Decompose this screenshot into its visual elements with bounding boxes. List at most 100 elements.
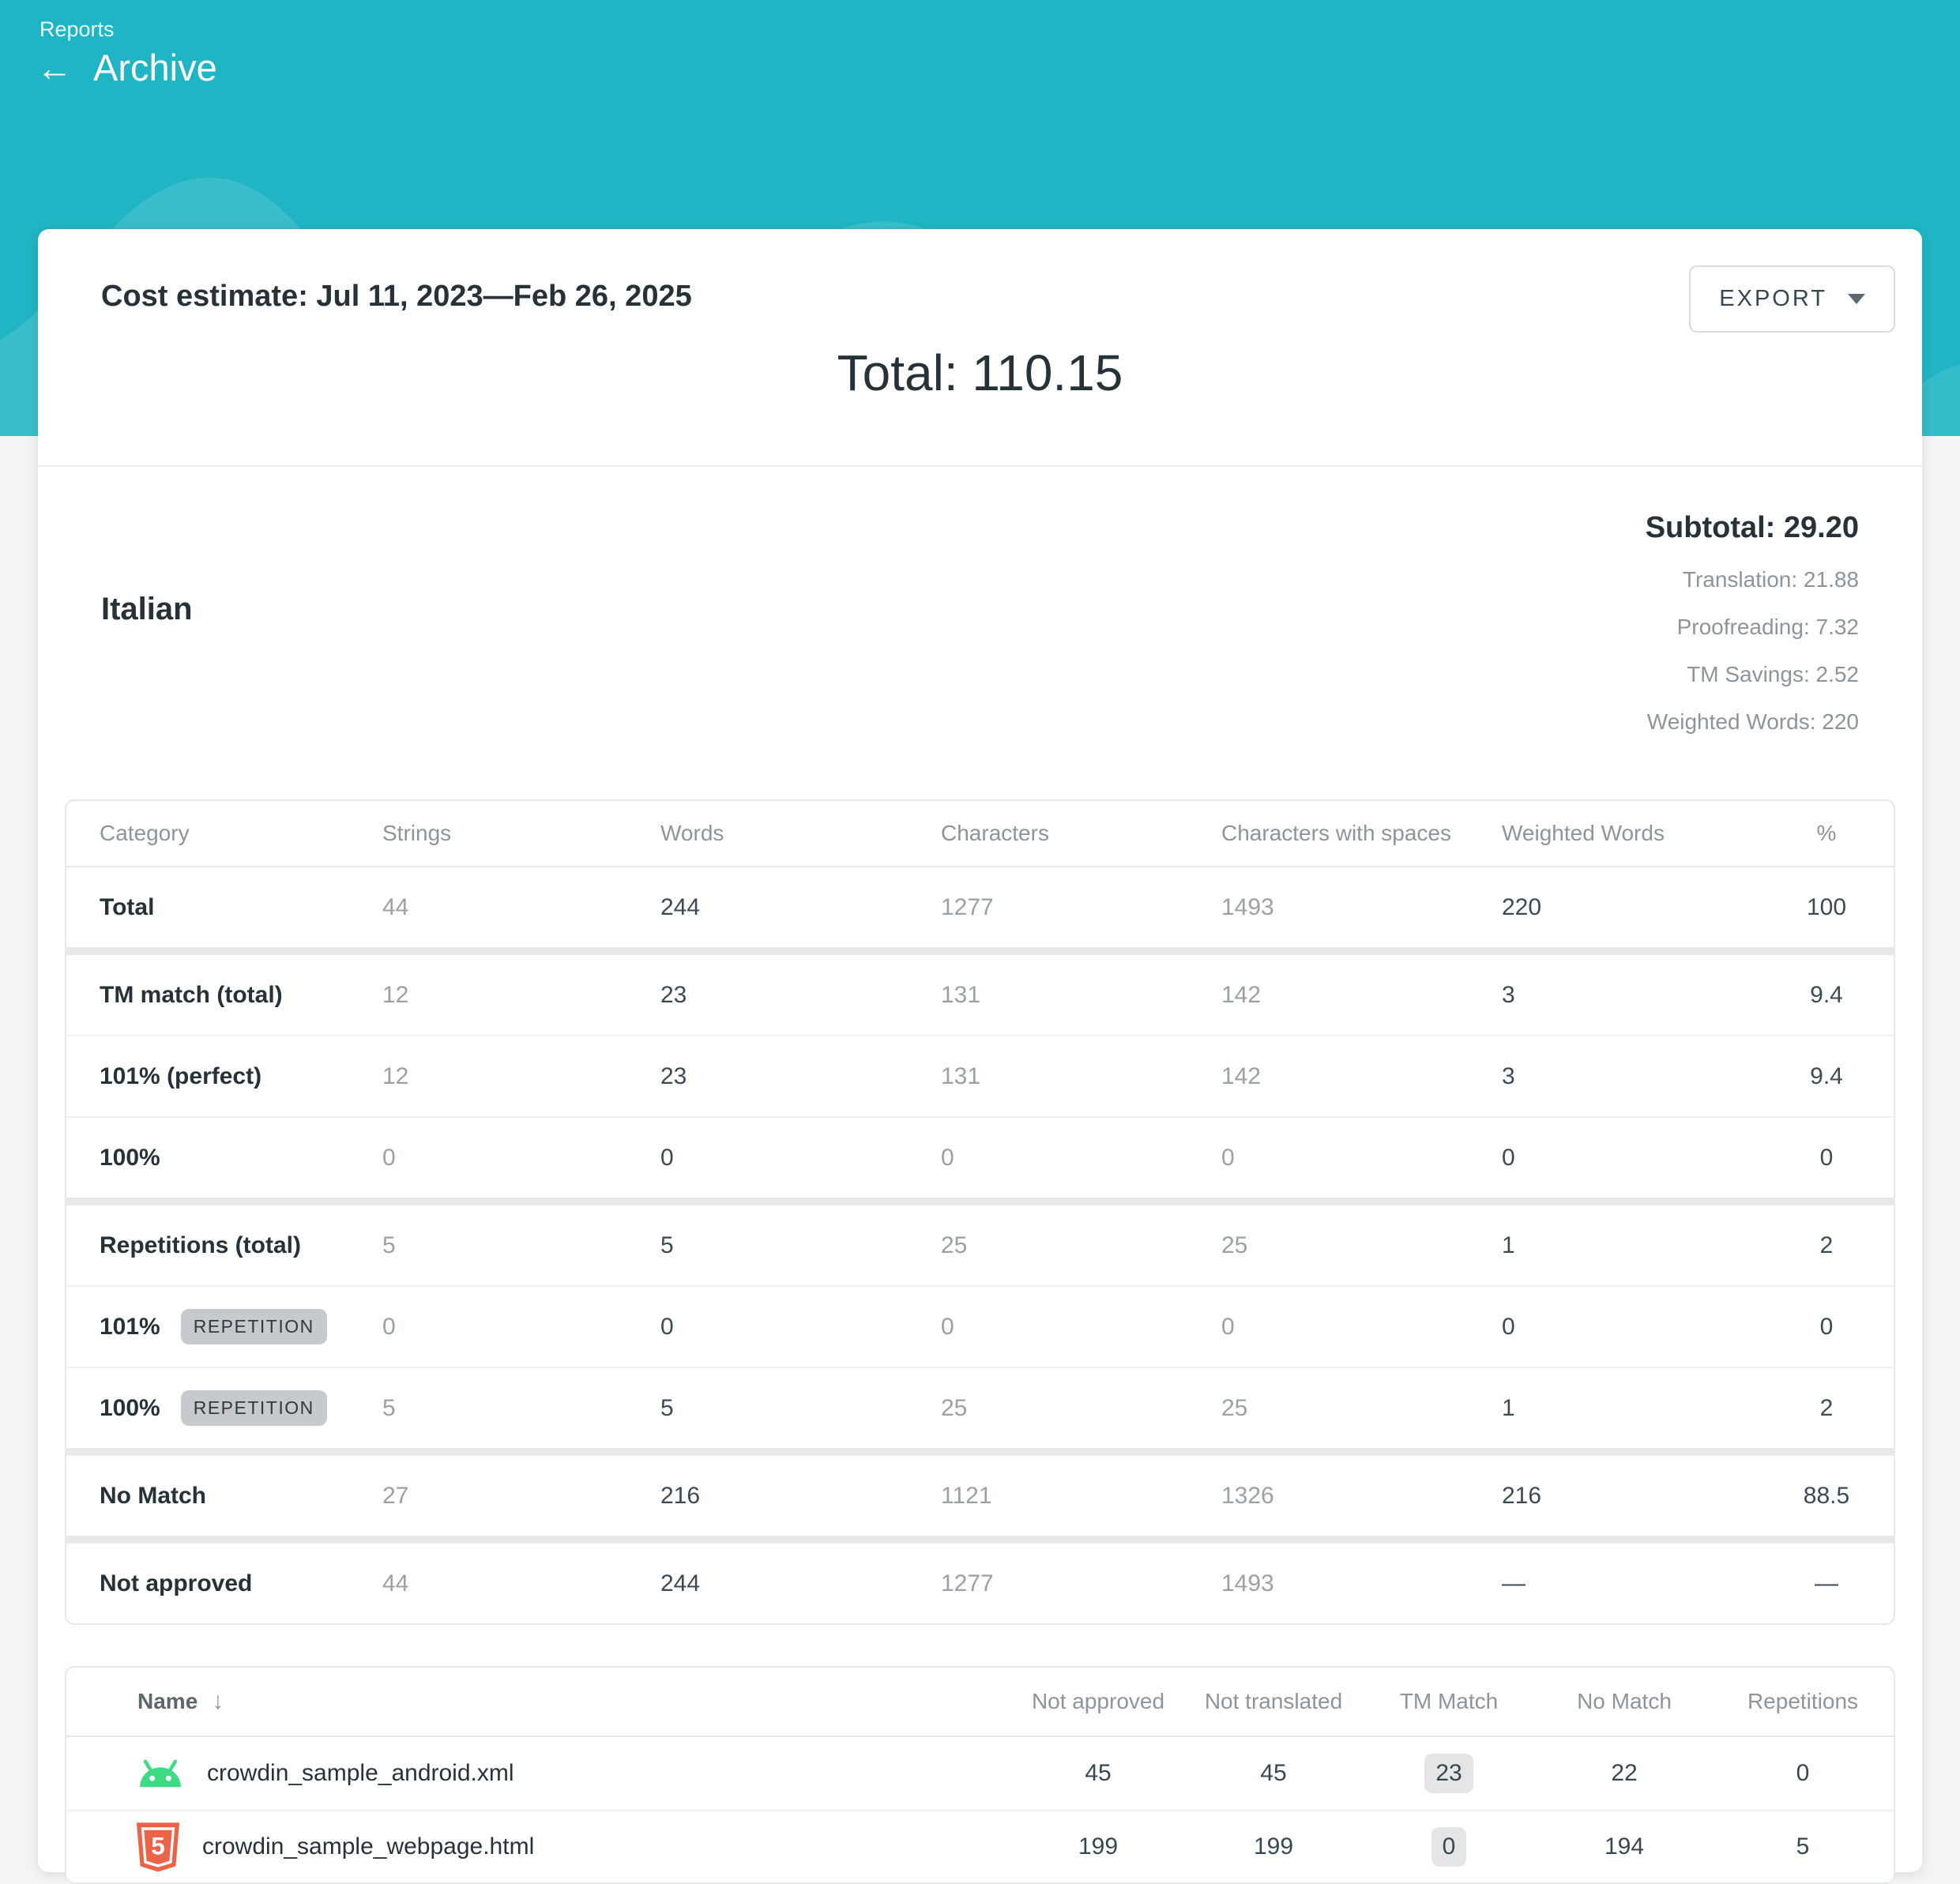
category-cell: 0	[1502, 1314, 1793, 1341]
category-label: 101% (perfect)	[100, 1063, 261, 1090]
page-title-row: ← Archive	[33, 46, 217, 89]
category-column-header: Words	[660, 821, 941, 846]
category-cell: —	[1793, 1570, 1860, 1597]
category-label: No Match	[100, 1483, 206, 1510]
subtotal-value: Subtotal: 29.20	[1646, 511, 1859, 545]
category-cell: 25	[941, 1232, 1221, 1259]
category-cell: 0	[1221, 1314, 1502, 1341]
files-table-header: Name ↓ Not approvedNot translatedTM MatchN…	[66, 1668, 1894, 1737]
cost-estimate-title: Cost estimate: Jul 11, 2023—Feb 26, 2025	[65, 265, 692, 314]
language-name: Italian	[101, 592, 193, 627]
category-cell: 44	[382, 1570, 660, 1597]
category-cell: 0	[1221, 1145, 1502, 1171]
file-name[interactable]: crowdin_sample_android.xml	[207, 1760, 514, 1787]
files-column-header: TM Match	[1361, 1689, 1537, 1714]
category-cell: 23	[660, 982, 941, 1009]
category-cell: 0	[1793, 1145, 1860, 1171]
row-separator	[66, 1198, 1894, 1205]
category-cell: 44	[382, 894, 660, 921]
category-cell: 1277	[941, 894, 1221, 921]
category-cell: 25	[941, 1395, 1221, 1422]
category-cell: 0	[660, 1314, 941, 1341]
svg-text:5: 5	[151, 1832, 165, 1860]
repetition-badge: REPETITION	[181, 1390, 327, 1426]
file-cell: 23	[1361, 1754, 1537, 1793]
category-cell: 0	[382, 1314, 660, 1341]
files-column-header[interactable]: Name	[137, 1689, 198, 1714]
category-label: Not approved	[100, 1570, 252, 1597]
file-cell: 45	[1010, 1760, 1186, 1787]
category-cell: 1	[1502, 1232, 1793, 1259]
file-name[interactable]: crowdin_sample_webpage.html	[202, 1833, 534, 1860]
category-cell: 1326	[1221, 1483, 1502, 1510]
report-card: Cost estimate: Jul 11, 2023—Feb 26, 2025…	[38, 229, 1922, 1872]
category-column-header: Characters with spaces	[1221, 821, 1502, 846]
category-cell: 0	[660, 1145, 941, 1171]
category-cell: 5	[660, 1395, 941, 1422]
category-cell: 1493	[1221, 894, 1502, 921]
category-cell: 12	[382, 1063, 660, 1090]
category-cell: 27	[382, 1483, 660, 1510]
table-row: Not approved4424412771493——	[66, 1544, 1894, 1623]
file-cell: 5	[1712, 1833, 1894, 1860]
tm-match-badge: 0	[1431, 1827, 1467, 1867]
subtotal-detail-line: TM Savings: 2.52	[1646, 662, 1859, 687]
files-table: Name ↓ Not approvedNot translatedTM MatchN…	[65, 1666, 1895, 1884]
files-column-header: Not approved	[1010, 1689, 1186, 1714]
repetition-badge: REPETITION	[181, 1309, 327, 1344]
file-row[interactable]: crowdin_sample_android.xml454523220	[66, 1737, 1894, 1810]
category-cell: 142	[1221, 982, 1502, 1009]
file-cell: 0	[1361, 1827, 1537, 1867]
language-section: Italian Subtotal: 29.20 Translation: 21.…	[38, 467, 1922, 735]
file-cell: 22	[1537, 1760, 1712, 1787]
file-cell: 199	[1010, 1833, 1186, 1860]
subtotal-block: Subtotal: 29.20 Translation: 21.88 Proofr…	[1646, 467, 1859, 735]
category-label: 100%	[100, 1395, 160, 1422]
android-file-icon	[136, 1758, 185, 1788]
category-cell: 131	[941, 982, 1221, 1009]
table-row: 100%000000	[66, 1118, 1894, 1198]
subtotal-detail-line: Translation: 21.88	[1646, 567, 1859, 592]
category-cell: 244	[660, 1570, 941, 1597]
back-arrow-icon[interactable]: ←	[33, 47, 76, 89]
category-column-header: %	[1793, 821, 1860, 846]
category-table-body: Total4424412771493220100TM match (total)…	[66, 867, 1894, 1623]
table-row: 101% (perfect)122313114239.4	[66, 1036, 1894, 1116]
category-cell: 5	[660, 1232, 941, 1259]
category-cell: 9.4	[1793, 982, 1860, 1009]
sort-descending-icon[interactable]: ↓	[212, 1688, 224, 1715]
category-cell: —	[1502, 1570, 1793, 1597]
file-cell: 0	[1712, 1760, 1894, 1787]
category-column-header: Category	[100, 821, 382, 846]
file-cell: 194	[1537, 1833, 1712, 1860]
subtotal-detail-line: Weighted Words: 220	[1646, 709, 1859, 735]
row-separator	[66, 947, 1894, 955]
category-cell: 1121	[941, 1483, 1221, 1510]
files-column-header: Repetitions	[1712, 1689, 1894, 1714]
table-row: 100%REPETITION55252512	[66, 1368, 1894, 1448]
subtotal-detail-line: Proofreading: 7.32	[1646, 615, 1859, 640]
page-title: Archive	[93, 46, 217, 89]
category-cell: 1	[1502, 1395, 1793, 1422]
breadcrumb[interactable]: Reports	[40, 17, 115, 42]
category-cell: 12	[382, 982, 660, 1009]
files-column-header: Not translated	[1186, 1689, 1361, 1714]
category-cell: 0	[1502, 1145, 1793, 1171]
grand-total: Total: 110.15	[65, 344, 1895, 402]
table-row: No Match272161121132621688.5	[66, 1456, 1894, 1536]
category-column-header: Weighted Words	[1502, 821, 1793, 846]
table-row: 101%REPETITION000000	[66, 1287, 1894, 1367]
category-cell: 23	[660, 1063, 941, 1090]
category-cell: 0	[382, 1145, 660, 1171]
files-column-header: No Match	[1537, 1689, 1712, 1714]
category-cell: 142	[1221, 1063, 1502, 1090]
category-cell: 2	[1793, 1232, 1860, 1259]
category-cell: 5	[382, 1395, 660, 1422]
row-separator	[66, 1448, 1894, 1456]
export-button[interactable]: EXPORT	[1689, 265, 1895, 333]
category-cell: 244	[660, 894, 941, 921]
html-file-icon: 5	[136, 1822, 180, 1872]
category-cell: 9.4	[1793, 1063, 1860, 1090]
subtotal-details: Translation: 21.88 Proofreading: 7.32 TM S…	[1646, 567, 1859, 735]
category-cell: 1493	[1221, 1570, 1502, 1597]
